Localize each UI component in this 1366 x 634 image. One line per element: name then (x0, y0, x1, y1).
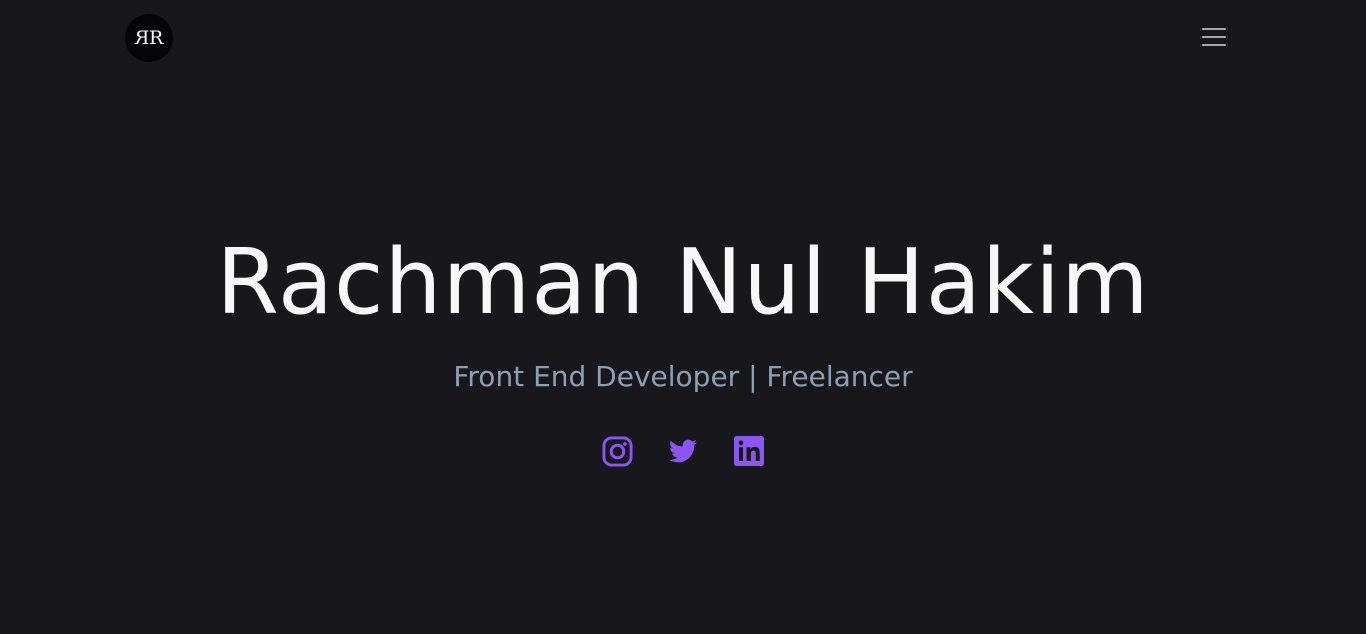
social-links (0, 434, 1366, 468)
twitter-link[interactable] (667, 434, 699, 468)
hamburger-menu-icon[interactable] (1198, 23, 1230, 51)
linkedin-link[interactable] (733, 434, 765, 468)
instagram-icon (601, 435, 633, 467)
hero-name: Rachman Nul Hakim (216, 230, 1150, 335)
twitter-icon (669, 439, 697, 463)
logo-monogram: RR (137, 26, 164, 49)
menu-line (1202, 44, 1226, 46)
site-logo[interactable]: RR (125, 14, 173, 62)
menu-line (1202, 36, 1226, 38)
instagram-link[interactable] (601, 434, 633, 468)
linkedin-icon (734, 436, 764, 466)
hero-role: Front End Developer | Freelancer (453, 360, 913, 393)
menu-line (1202, 28, 1226, 30)
